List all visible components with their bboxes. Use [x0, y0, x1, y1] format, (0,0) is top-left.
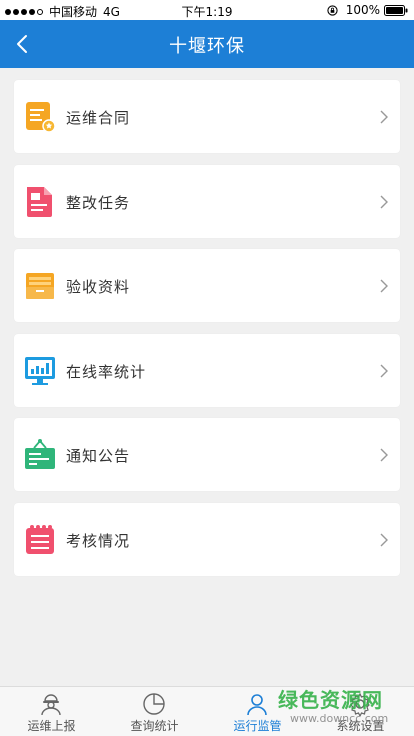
gear-icon	[350, 692, 370, 716]
status-bar: 中国移动 4G 下午1:19 100%	[0, 0, 414, 20]
tab-label: 系统设置	[336, 719, 385, 733]
worker-icon	[41, 694, 61, 716]
battery-percent: 100%	[345, 3, 380, 17]
menu-item-label: 整改任务	[66, 193, 131, 212]
chevron-right-icon	[380, 364, 388, 377]
back-button[interactable]	[8, 30, 36, 58]
rotation-lock-icon	[327, 4, 338, 16]
folder-icon	[26, 273, 54, 299]
menu-item-notice[interactable]: 通知公告	[14, 418, 400, 491]
pie-chart-icon	[143, 693, 165, 715]
menu-list: 运维合同 整改任务 验收资料 在线率统计 通知公告 考核情况	[14, 80, 400, 587]
menu-item-assessment[interactable]: 考核情况	[14, 502, 400, 576]
notice-board-icon	[25, 439, 55, 469]
app-screen: 中国移动 4G 下午1:19 100% 十堰环保 运维合同 整改任务 验收资料 …	[0, 0, 414, 736]
task-document-icon	[27, 186, 52, 217]
chevron-right-icon	[380, 110, 388, 124]
page-title: 十堰环保	[169, 36, 245, 57]
user-icon	[247, 694, 267, 716]
chevron-right-icon	[380, 279, 388, 293]
menu-item-rectification[interactable]: 整改任务	[14, 164, 400, 238]
menu-item-label: 验收资料	[66, 278, 131, 296]
tab-maintenance-report[interactable]: 运维上报	[0, 687, 103, 736]
menu-item-label: 通知公告	[66, 447, 131, 465]
tab-operation-supervision[interactable]: 运行监管	[206, 687, 309, 736]
tab-label: 查询统计	[130, 719, 179, 733]
monitor-chart-icon	[25, 356, 55, 385]
menu-item-contract[interactable]: 运维合同	[14, 80, 400, 153]
tab-label: 运维上报	[27, 719, 76, 733]
menu-item-online-rate[interactable]: 在线率统计	[14, 333, 400, 407]
menu-item-label: 在线率统计	[66, 362, 147, 381]
menu-item-acceptance[interactable]: 验收资料	[14, 249, 400, 322]
status-right: 100%	[327, 3, 408, 17]
tab-query-statistics[interactable]: 查询统计	[103, 687, 206, 736]
chevron-right-icon	[380, 448, 388, 462]
chevron-right-icon	[380, 533, 388, 546]
nav-bar: 十堰环保	[0, 20, 414, 68]
contract-document-icon	[26, 102, 56, 133]
menu-item-label: 运维合同	[66, 109, 131, 127]
chevron-right-icon	[380, 195, 388, 208]
tab-system-settings[interactable]: 系统设置	[309, 687, 412, 736]
chevron-left-icon	[17, 35, 27, 53]
menu-item-label: 考核情况	[66, 531, 131, 550]
calendar-icon	[26, 524, 54, 554]
battery-icon	[384, 4, 408, 16]
tab-bar: 运维上报 查询统计 运行监管 系统设置	[0, 686, 414, 736]
tab-label: 运行监管	[233, 719, 282, 733]
